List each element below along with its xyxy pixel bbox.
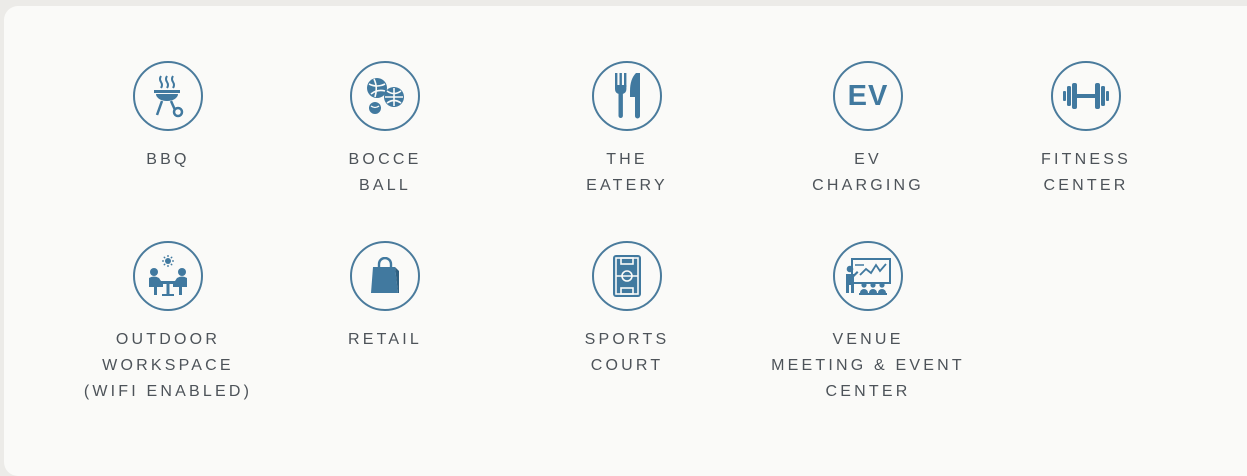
shopping-bag-icon — [350, 241, 420, 311]
amenity-sports-court: SPORTS COURT — [507, 241, 747, 379]
amenity-label: RETAIL — [347, 331, 423, 348]
amenity-label: THE EATERY — [586, 151, 668, 194]
bbq-grill-icon — [133, 61, 203, 131]
amenity-label: EV CHARGING — [812, 151, 924, 194]
amenity-fitness-center: FITNESS CENTER — [966, 61, 1206, 199]
amenity-retail: RETAIL — [265, 241, 505, 353]
amenity-bbq: BBQ — [48, 61, 288, 173]
amenity-label: FITNESS CENTER — [1041, 151, 1131, 194]
presentation-icon — [833, 241, 903, 311]
ev-icon: EV — [833, 61, 903, 131]
bocce-balls-icon — [350, 61, 420, 131]
amenity-label: BBQ — [146, 151, 190, 168]
amenity-outdoor-workspace: OUTDOOR WORKSPACE (WIFI ENABLED) — [48, 241, 288, 405]
outdoor-workspace-icon — [133, 241, 203, 311]
amenity-bocce-ball: BOCCE BALL — [265, 61, 505, 199]
amenity-label: SPORTS COURT — [584, 331, 670, 374]
sports-court-icon — [592, 241, 662, 311]
fork-knife-icon — [592, 61, 662, 131]
amenity-label: OUTDOOR WORKSPACE (WIFI ENABLED) — [83, 331, 253, 400]
amenity-venue: VENUE MEETING & EVENT CENTER — [748, 241, 988, 405]
dumbbell-icon — [1051, 61, 1121, 131]
amenity-label: VENUE MEETING & EVENT CENTER — [771, 331, 965, 400]
amenity-the-eatery: THE EATERY — [507, 61, 747, 199]
amenity-label: BOCCE BALL — [348, 151, 422, 194]
amenity-ev-charging: EV EV CHARGING — [748, 61, 988, 199]
